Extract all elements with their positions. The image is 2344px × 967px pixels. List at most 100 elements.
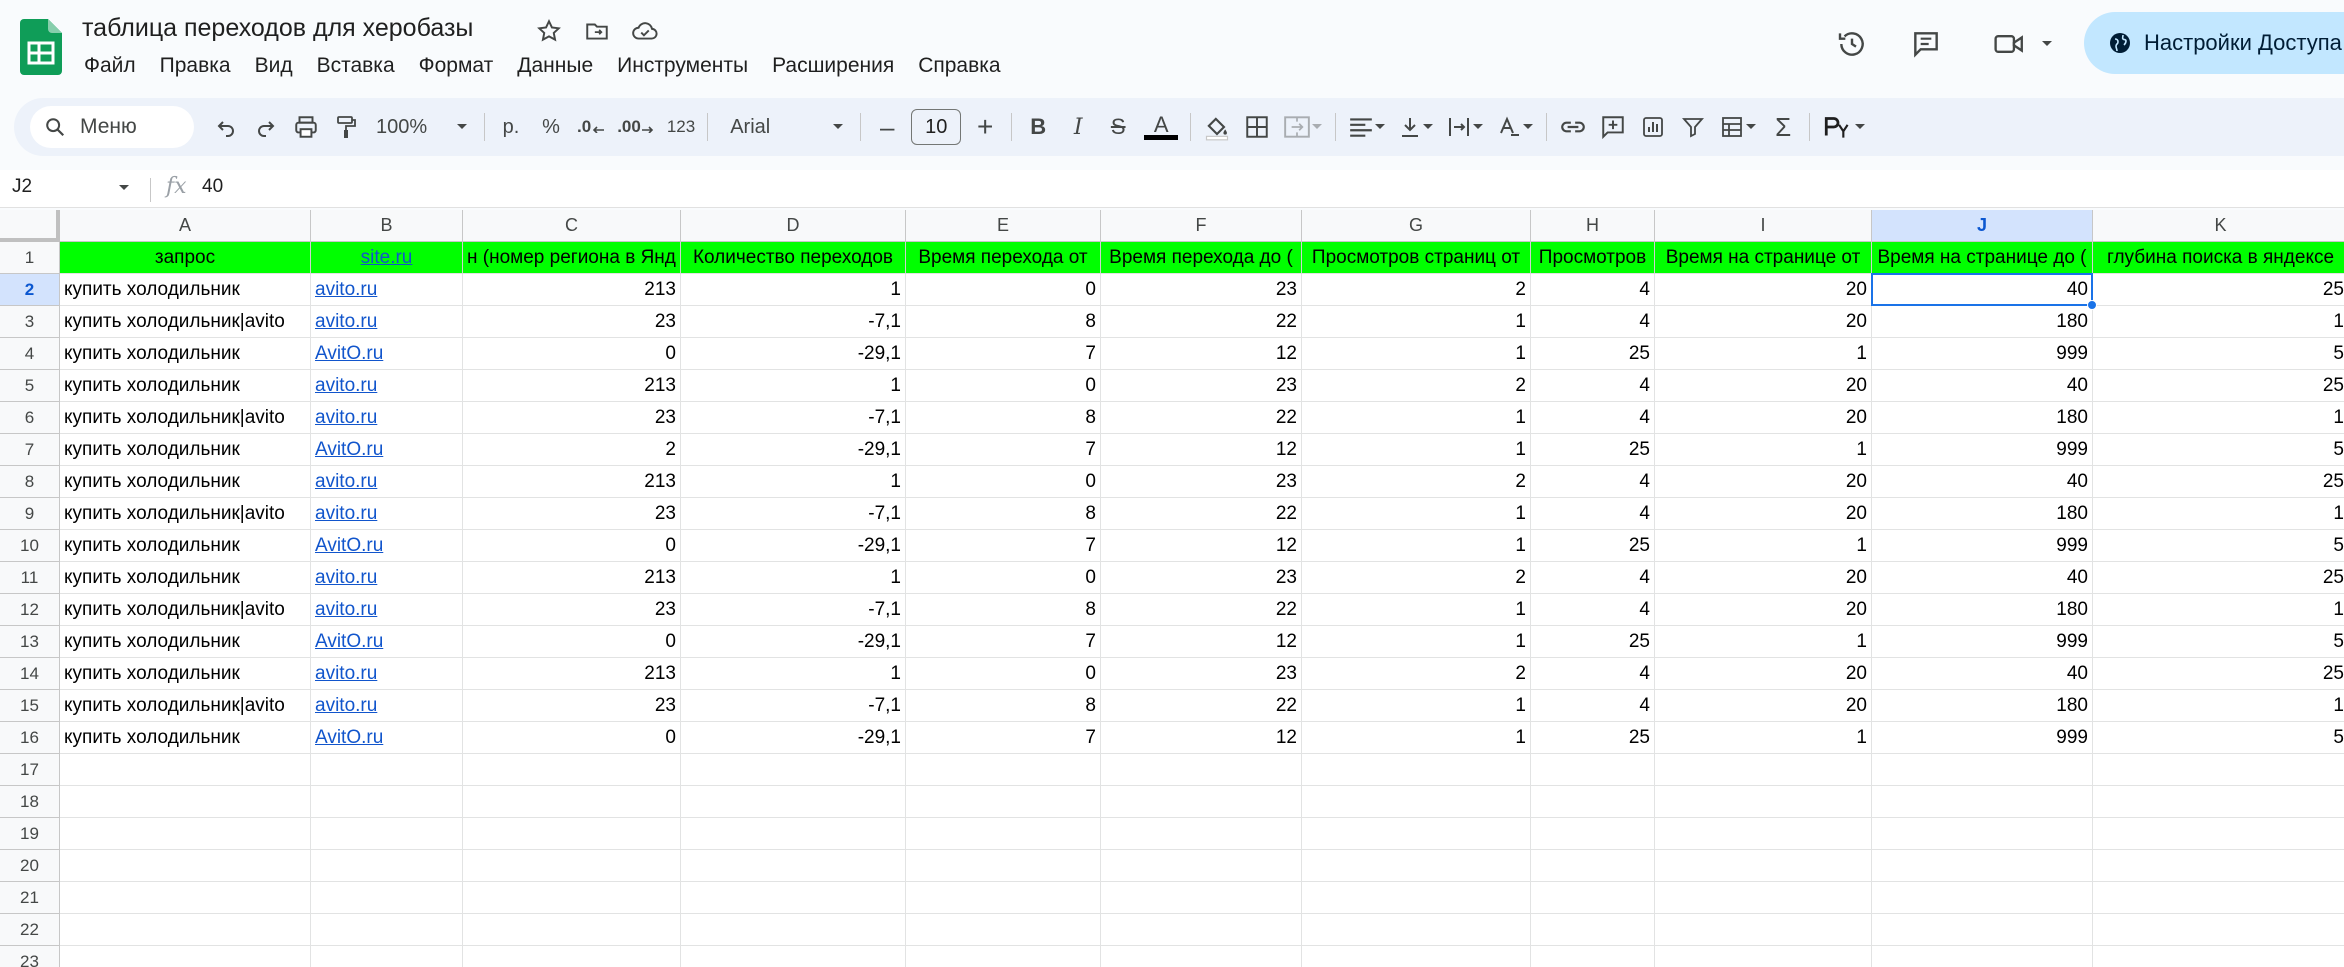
table-cell[interactable]: -29,1 — [681, 338, 906, 370]
select-all-corner[interactable] — [0, 210, 60, 242]
column-header-j[interactable]: J — [1872, 210, 2093, 242]
table-cell[interactable]: 23 — [463, 594, 681, 626]
table-cell[interactable]: 4 — [1531, 306, 1655, 338]
document-title[interactable]: таблица переходов для херобазы — [82, 14, 473, 43]
table-cell[interactable]: 25 — [1531, 530, 1655, 562]
table-cell[interactable]: 999 — [1872, 530, 2093, 562]
table-cell[interactable]: 20 — [1655, 594, 1872, 626]
font-family-select[interactable]: Arial — [714, 106, 854, 148]
table-cell[interactable]: 0 — [906, 466, 1101, 498]
filter-views-icon[interactable] — [1713, 106, 1763, 148]
table-cell[interactable]: 25 — [1531, 626, 1655, 658]
table-cell[interactable]: купить холодильник — [60, 466, 311, 498]
table-cell[interactable]: 23 — [1101, 562, 1302, 594]
table-cell[interactable]: 25 — [1531, 434, 1655, 466]
currency-format-button[interactable]: р. — [491, 106, 531, 148]
empty-cell[interactable] — [2093, 914, 2344, 946]
column-header-c[interactable]: C — [463, 210, 681, 242]
cloud-saved-icon[interactable] — [628, 14, 662, 48]
row-header[interactable]: 9 — [0, 498, 60, 530]
table-cell[interactable]: 40 — [1872, 562, 2093, 594]
empty-cell[interactable] — [1655, 754, 1872, 786]
empty-cell[interactable] — [1872, 946, 2093, 967]
table-cell[interactable]: 8 — [906, 402, 1101, 434]
empty-cell[interactable] — [1302, 946, 1531, 967]
empty-cell[interactable] — [1302, 818, 1531, 850]
table-cell[interactable]: 1 — [1302, 434, 1531, 466]
table-cell[interactable]: 0 — [463, 530, 681, 562]
empty-cell[interactable] — [1302, 754, 1531, 786]
table-cell[interactable]: 1 — [2093, 306, 2344, 338]
column-header-e[interactable]: E — [906, 210, 1101, 242]
site-link-cell[interactable]: AvitO.ru — [311, 530, 463, 562]
table-cell[interactable]: 40 — [1872, 370, 2093, 402]
column-header-b[interactable]: B — [311, 210, 463, 242]
table-cell[interactable]: 12 — [1101, 434, 1302, 466]
empty-cell[interactable] — [906, 786, 1101, 818]
table-cell[interactable]: 23 — [1101, 658, 1302, 690]
table-cell[interactable]: 0 — [906, 274, 1101, 306]
empty-cell[interactable] — [463, 882, 681, 914]
table-cell[interactable]: 22 — [1101, 690, 1302, 722]
strikethrough-button[interactable]: S — [1098, 106, 1138, 148]
empty-cell[interactable] — [1531, 818, 1655, 850]
empty-cell[interactable] — [1655, 786, 1872, 818]
table-cell[interactable]: -29,1 — [681, 626, 906, 658]
table-cell[interactable]: 25 — [2093, 562, 2344, 594]
table-cell[interactable]: 2 — [1302, 274, 1531, 306]
empty-cell[interactable] — [1101, 914, 1302, 946]
menu-file[interactable]: Файл — [72, 50, 148, 82]
table-cell[interactable]: 12 — [1101, 530, 1302, 562]
comments-button[interactable] — [1900, 18, 1952, 70]
print-icon[interactable] — [286, 106, 326, 148]
table-cell[interactable]: 4 — [1531, 274, 1655, 306]
empty-cell[interactable] — [1872, 786, 2093, 818]
table-cell[interactable]: 1 — [1302, 530, 1531, 562]
header-cell[interactable]: Количество переходов — [681, 242, 906, 274]
row-header[interactable]: 10 — [0, 530, 60, 562]
table-cell[interactable]: купить холодильник|avito — [60, 402, 311, 434]
table-cell[interactable]: 1 — [2093, 594, 2344, 626]
site-link-cell[interactable]: avito.ru — [311, 498, 463, 530]
table-cell[interactable]: 4 — [1531, 594, 1655, 626]
empty-cell[interactable] — [311, 850, 463, 882]
italic-button[interactable]: I — [1058, 106, 1098, 148]
table-cell[interactable]: 213 — [463, 466, 681, 498]
table-cell[interactable]: 1 — [681, 466, 906, 498]
site-link-cell[interactable]: avito.ru — [311, 562, 463, 594]
menu-format[interactable]: Формат — [407, 50, 506, 82]
table-cell[interactable]: 1 — [681, 274, 906, 306]
functions-button[interactable]: Σ — [1763, 106, 1803, 148]
table-cell[interactable]: 5 — [2093, 722, 2344, 754]
increase-decimal-button[interactable]: .00 — [611, 106, 661, 148]
undo-icon[interactable] — [206, 106, 246, 148]
empty-cell[interactable] — [681, 850, 906, 882]
table-cell[interactable]: 999 — [1872, 434, 2093, 466]
row-header[interactable]: 21 — [0, 882, 60, 914]
horizontal-align-icon[interactable] — [1342, 106, 1392, 148]
row-header[interactable]: 1 — [0, 242, 60, 274]
empty-cell[interactable] — [1302, 914, 1531, 946]
table-cell[interactable]: 213 — [463, 658, 681, 690]
column-header-g[interactable]: G — [1302, 210, 1531, 242]
row-header[interactable]: 13 — [0, 626, 60, 658]
site-link-cell[interactable]: avito.ru — [311, 658, 463, 690]
table-cell[interactable]: -7,1 — [681, 498, 906, 530]
table-cell[interactable]: 0 — [906, 562, 1101, 594]
text-color-button[interactable]: A — [1138, 106, 1184, 148]
empty-cell[interactable] — [311, 818, 463, 850]
row-header[interactable]: 5 — [0, 370, 60, 402]
site-link-cell[interactable]: AvitO.ru — [311, 722, 463, 754]
table-cell[interactable]: 180 — [1872, 306, 2093, 338]
table-cell[interactable]: 213 — [463, 370, 681, 402]
header-cell[interactable]: Время перехода от — [906, 242, 1101, 274]
table-cell[interactable]: 22 — [1101, 402, 1302, 434]
table-cell[interactable]: 12 — [1101, 722, 1302, 754]
table-cell[interactable]: 1 — [1655, 530, 1872, 562]
table-cell[interactable]: 25 — [2093, 370, 2344, 402]
table-cell[interactable]: 4 — [1531, 562, 1655, 594]
empty-cell[interactable] — [311, 882, 463, 914]
empty-cell[interactable] — [311, 946, 463, 967]
empty-cell[interactable] — [463, 946, 681, 967]
table-cell[interactable]: 25 — [2093, 658, 2344, 690]
